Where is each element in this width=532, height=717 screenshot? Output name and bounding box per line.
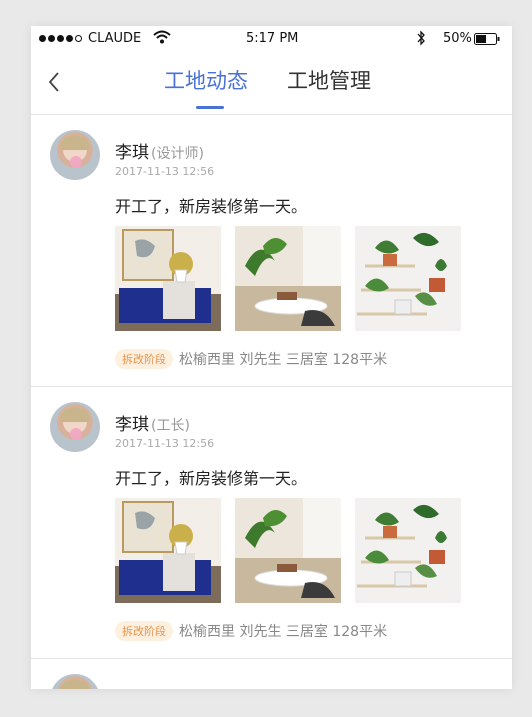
stage-tag[interactable]: 拆改阶段 bbox=[115, 349, 173, 369]
photo-grid bbox=[115, 498, 461, 603]
photo-plant-shelf[interactable] bbox=[355, 498, 461, 603]
clock: 5:17 PM bbox=[246, 31, 299, 46]
photo-dining-area[interactable] bbox=[235, 498, 341, 603]
photo-living-room[interactable] bbox=[115, 226, 221, 331]
post-footer: 拆改阶段 松榆西里 刘先生 三居室 128平米 bbox=[115, 349, 387, 369]
author-name: 李琪 (工长) bbox=[115, 410, 190, 435]
status-bar: CLAUDE 5:17 PM 50% bbox=[31, 26, 512, 54]
signal-strength-icon bbox=[39, 35, 82, 42]
feed-list: 李琪 (设计师) 2017-11-13 12:56 开工了，新房装修第一天。 拆… bbox=[31, 115, 512, 689]
avatar[interactable] bbox=[50, 402, 100, 452]
author-role: (工长) bbox=[151, 418, 190, 434]
chevron-left-icon[interactable] bbox=[47, 71, 61, 93]
battery-percent: 50% bbox=[443, 31, 472, 46]
post-content: 开工了，新房装修第一天。 bbox=[115, 197, 308, 216]
author-name-text: 李琪 bbox=[115, 143, 149, 163]
tab-site-updates[interactable]: 工地动态 bbox=[164, 65, 248, 95]
tab-site-management[interactable]: 工地管理 bbox=[287, 65, 371, 95]
top-navigation: 工地动态 工地管理 bbox=[31, 54, 512, 115]
active-tab-indicator bbox=[196, 106, 224, 109]
avatar[interactable] bbox=[50, 130, 100, 180]
bluetooth-icon bbox=[417, 30, 425, 46]
project-meta: 松榆西里 刘先生 三居室 128平米 bbox=[179, 624, 388, 640]
post-content: 开工了，新房装修第一天。 bbox=[115, 469, 308, 488]
stage-tag[interactable]: 拆改阶段 bbox=[115, 621, 173, 641]
avatar[interactable] bbox=[50, 674, 100, 689]
project-meta: 松榆西里 刘先生 三居室 128平米 bbox=[179, 352, 388, 368]
post-footer: 拆改阶段 松榆西里 刘先生 三居室 128平米 bbox=[115, 621, 387, 641]
wifi-icon bbox=[153, 30, 171, 44]
photo-dining-area[interactable] bbox=[235, 226, 341, 331]
author-name-text: 李琪 bbox=[115, 415, 149, 435]
feed-post[interactable]: 李琪 (设计师) 2017-11-13 12:56 开工了，新房装修第一天。 拆… bbox=[31, 115, 512, 386]
photo-plant-shelf[interactable] bbox=[355, 226, 461, 331]
author-role: (设计师) bbox=[151, 146, 204, 162]
photo-grid bbox=[115, 226, 461, 331]
phone-screen: CLAUDE 5:17 PM 50% 工地动态 工地管理 李琪 (设计师) 20… bbox=[31, 26, 512, 689]
post-date: 2017-11-13 12:56 bbox=[115, 437, 215, 450]
carrier-name: CLAUDE bbox=[88, 31, 142, 46]
feed-post-partial[interactable] bbox=[31, 658, 512, 689]
author-name: 李琪 (设计师) bbox=[115, 138, 204, 163]
battery-icon bbox=[474, 33, 500, 45]
post-date: 2017-11-13 12:56 bbox=[115, 165, 215, 178]
photo-living-room[interactable] bbox=[115, 498, 221, 603]
feed-post[interactable]: 李琪 (工长) 2017-11-13 12:56 开工了，新房装修第一天。 拆改… bbox=[31, 386, 512, 658]
